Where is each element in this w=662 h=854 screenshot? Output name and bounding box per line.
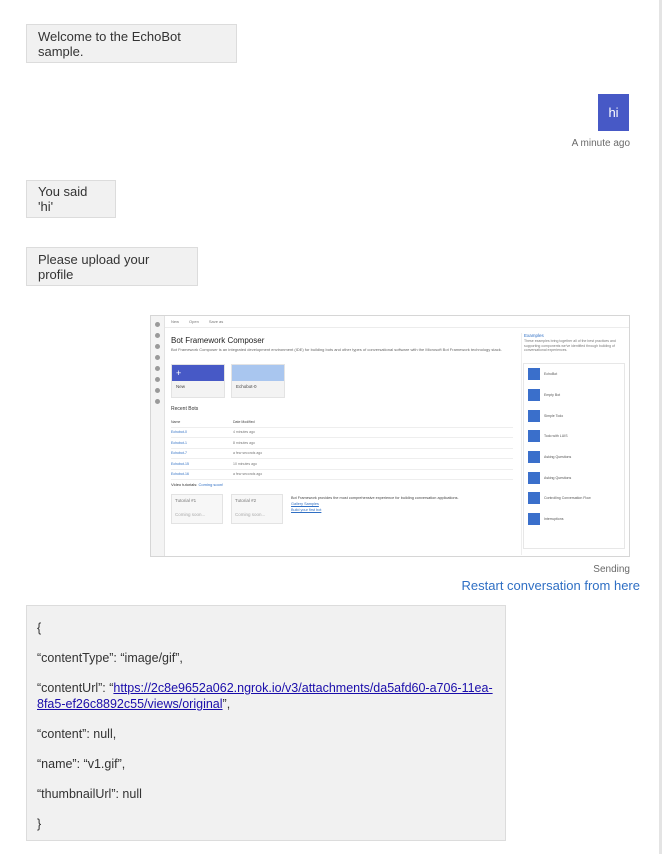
table-row: Echobot-16 a few seconds ago	[171, 470, 513, 480]
list-item: Interruptions	[524, 509, 624, 530]
message-text: You said 'hi'	[38, 184, 88, 214]
list-item: EchoBot	[524, 364, 624, 385]
image-tutorial-card: Tutorial #1 Coming soon...	[171, 494, 223, 524]
image-video-tutorials: Video tutorials: Coming soon!	[171, 482, 224, 487]
bot-message-welcome: Welcome to the EchoBot sample.	[26, 24, 237, 63]
message-timestamp: A minute ago	[571, 138, 630, 149]
table-row: Echobot-0 4 minutes ago	[171, 428, 513, 438]
list-item: Simple Todo	[524, 405, 624, 426]
list-item: Asking Questions	[524, 467, 624, 488]
list-item: Asking Questions	[524, 447, 624, 468]
restart-conversation-link[interactable]: Restart conversation from here	[462, 578, 640, 593]
image-card-echobot: Echobot-0	[231, 364, 285, 398]
json-line: “name”: “v1.gif”,	[37, 757, 126, 771]
bot-message-echo: You said 'hi'	[26, 180, 116, 218]
image-tutorial-card: Tutorial #2 Coming soon...	[231, 494, 283, 524]
attachment-json-message: { “contentType”: “image/gif”, “contentUr…	[26, 605, 506, 841]
image-toolbar: New Open Save as	[165, 316, 629, 328]
image-recent-title: Recent Bots	[171, 406, 199, 412]
json-line: }	[37, 817, 42, 831]
json-line: “thumbnailUrl”: null	[37, 787, 142, 801]
json-line: {	[37, 621, 42, 635]
json-line: “contentType”: “image/gif”,	[37, 651, 183, 665]
list-item: Controlling Conversation Flow	[524, 488, 624, 509]
table-row: Echobot-15 10 minutes ago	[171, 459, 513, 470]
list-item: Todo with LUIS	[524, 426, 624, 447]
image-toolbar-item: New	[171, 319, 180, 324]
image-toolbar-item: Save as	[208, 319, 224, 324]
list-item: Empty Bot	[524, 385, 624, 406]
message-text: Welcome to the EchoBot sample.	[38, 28, 181, 59]
table-row: Echobot-7 a few seconds ago	[171, 449, 513, 459]
sending-status: Sending	[593, 564, 630, 575]
json-line-content-url: “contentUrl”: “https://2c8e9652a062.ngro…	[37, 681, 493, 711]
image-examples-panel: Examples These examples bring together a…	[521, 333, 629, 555]
image-bf-text: Bot Framework provides the most comprehe…	[291, 496, 459, 512]
message-text: hi	[608, 105, 619, 120]
table-row: Echobot-1 8 minutes ago	[171, 438, 513, 449]
image-title: Bot Framework Composer	[171, 336, 265, 345]
image-toolbar-item: Open	[189, 319, 199, 324]
user-message-hi: hi	[598, 94, 629, 131]
image-left-nav	[151, 316, 165, 556]
image-description: Bot Framework Composer is an integrated …	[171, 347, 502, 352]
table-row: Name Date Modified	[171, 417, 513, 428]
image-card-new: + New	[171, 364, 225, 398]
bot-message-upload-prompt: Please upload your profile	[26, 247, 198, 286]
message-text: Please upload your profile	[38, 251, 150, 282]
json-line: “content”: null,	[37, 727, 117, 741]
image-recent-table: Name Date Modified Echobot-0 4 minutes ag…	[171, 417, 513, 480]
uploaded-image-attachment[interactable]: New Open Save as Bot Framework Composer …	[150, 315, 630, 557]
